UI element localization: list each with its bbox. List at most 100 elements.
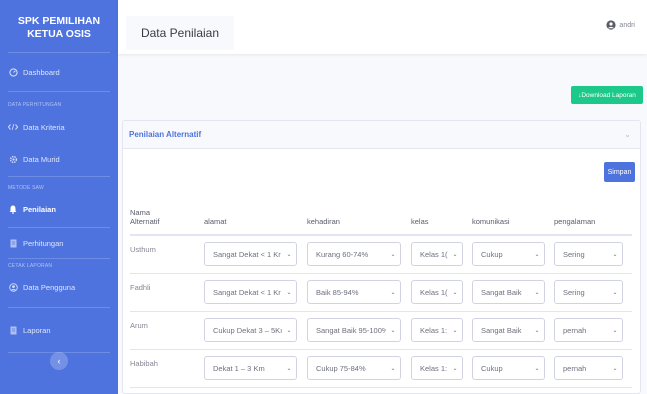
kelas-select[interactable]: Kelas 1: ⌄	[411, 356, 463, 380]
select-value: Sangat Baik	[481, 325, 522, 335]
sidebar-item-laporan[interactable]: Laporan	[0, 308, 118, 352]
sidebar-item-label: Perhitungan	[23, 238, 64, 248]
chevron-down-icon: ⌄	[612, 289, 618, 296]
alamat-select[interactable]: Dekat 1 – 3 Km ⌄	[204, 356, 297, 380]
sidebar-item-label: Dashboard	[23, 67, 60, 77]
alamat-select[interactable]: Sangat Dekat < 1 Kr ⌄	[204, 280, 297, 304]
alternatif-name: Habibah	[130, 349, 204, 388]
file-icon	[8, 238, 18, 248]
alternatif-name: Arum	[130, 311, 204, 350]
card-title: Penilaian Alternatif	[129, 130, 202, 139]
chevron-down-icon: ⌄	[286, 251, 292, 258]
pengalaman-select[interactable]: Sering ⌄	[554, 242, 623, 267]
bell-icon	[8, 204, 18, 214]
sidebar-item-pengguna[interactable]: Data Pengguna	[0, 273, 118, 301]
chevron-down-icon: ⌄	[534, 365, 540, 372]
chevron-down-icon: ⌄	[286, 289, 292, 296]
chevron-down-icon: ⌄	[390, 251, 396, 258]
select-value: pernah	[563, 325, 587, 335]
pengalaman-select[interactable]: pernah ⌄	[554, 356, 623, 380]
kelas-select[interactable]: Kelas 1(⌄	[411, 280, 463, 304]
username: andri	[619, 21, 635, 29]
alamat-select[interactable]: Sangat Dekat < 1 Kr ⌄	[204, 242, 297, 267]
komunikasi-select[interactable]: Cukup ⌄	[472, 356, 545, 380]
chevron-down-icon: ⌄	[390, 327, 396, 334]
kehadiran-select[interactable]: Baik 85-94% ⌄	[307, 280, 401, 304]
table-header-row: Nama Alternatif alamat kehadiran kelas k…	[130, 194, 632, 236]
pengalaman-select[interactable]: pernah ⌄	[554, 318, 623, 342]
user-circle-icon	[8, 282, 18, 292]
sidebar-item-perhitungan[interactable]: Perhitungan	[0, 228, 118, 258]
sidebar-item-murid[interactable]: Data Murid	[0, 142, 118, 176]
komunikasi-select[interactable]: Cukup ⌄	[472, 242, 545, 267]
chevron-down-icon: ⌄	[612, 251, 618, 258]
select-value: Kelas 1(	[420, 249, 448, 259]
column-header-komunikasi: komunikasi	[472, 194, 554, 236]
page-title: Data Penilaian	[126, 16, 234, 50]
sidebar-heading-saw: METODE SAW	[8, 185, 44, 191]
select-value: Kurang 60-74%	[316, 249, 369, 259]
sidebar-item-label: Data Kriteria	[23, 122, 65, 132]
kehadiran-select[interactable]: Kurang 60-74% ⌄	[307, 242, 401, 267]
sidebar-item-kriteria[interactable]: Data Kriteria	[0, 112, 118, 142]
sidebar-item-penilaian[interactable]: Penilaian	[0, 195, 118, 223]
select-value: Sangat Baik 95-100%	[316, 325, 386, 335]
sidebar-divider	[8, 176, 110, 177]
alternatif-name: Fadhli	[130, 273, 204, 312]
sidebar-item-label: Penilaian	[23, 204, 56, 214]
chevron-down-icon[interactable]: ⌄	[624, 130, 631, 139]
select-value: Kelas 1:	[420, 363, 448, 373]
chevron-down-icon: ⌄	[452, 251, 458, 258]
select-value: Sangat Baik	[481, 287, 522, 297]
kelas-select[interactable]: Kelas 1: ⌄	[411, 318, 463, 342]
column-header-kehadiran: kehadiran	[307, 194, 411, 236]
column-header-alamat: alamat	[204, 194, 307, 236]
kelas-select[interactable]: Kelas 1( ⌄	[411, 242, 463, 267]
sidebar-divider	[8, 91, 110, 92]
cog-icon	[8, 154, 18, 164]
select-value: pernah	[563, 363, 587, 373]
sidebar-item-dashboard[interactable]: Dashboard	[0, 53, 118, 91]
sidebar-toggle-button[interactable]: ‹	[50, 352, 68, 370]
komunikasi-select[interactable]: Sangat Baik ⌄	[472, 280, 545, 304]
select-value: Baik 85-94%	[316, 287, 359, 297]
table-row: Habibah Dekat 1 – 3 Km ⌄ Cukup 75-84% ⌄ Ke…	[130, 349, 632, 388]
app: SPK PEMILIHAN KETUA OSIS Dashboard DATA …	[0, 0, 647, 394]
alternatif-name: Usthum	[130, 235, 204, 274]
select-value: Sering	[563, 249, 585, 259]
chevron-left-icon: ‹	[57, 356, 61, 366]
sidebar-heading-cetak: CETAK LAPORAN	[8, 263, 53, 269]
penilaian-table: Nama Alternatif alamat kehadiran kelas k…	[130, 194, 632, 388]
table-row: Fadhli Sangat Dekat < 1 Kr ⌄ Baik 85-94% ⌄…	[130, 273, 632, 312]
select-value: Cukup 75-84%	[316, 363, 366, 373]
save-button[interactable]: Simpan	[604, 162, 635, 182]
chevron-down-icon: ⌄	[452, 365, 458, 372]
select-value: Kelas 1:	[420, 325, 448, 335]
table-row: Arum Cukup Dekat 3 – 5Kı ⌄ Sangat Baik 95…	[130, 311, 632, 350]
brand[interactable]: SPK PEMILIHAN KETUA OSIS	[0, 0, 118, 52]
user-icon	[606, 20, 617, 30]
sidebar-heading-perhitungan: DATA PERHITUNGAN	[8, 102, 62, 108]
chevron-down-icon: ⌄	[534, 327, 540, 334]
kehadiran-select[interactable]: Cukup 75-84% ⌄	[307, 356, 401, 380]
pengalaman-select[interactable]: Sering ⌄	[554, 280, 623, 304]
chevron-down-icon: ⌄	[286, 327, 292, 334]
file-icon	[8, 325, 18, 335]
komunikasi-select[interactable]: Sangat Baik ⌄	[472, 318, 545, 342]
chevron-down-icon: ⌄	[534, 289, 540, 296]
sidebar-item-label: Data Pengguna	[23, 282, 76, 292]
user-menu[interactable]: andri	[606, 20, 635, 30]
topbar: Data Penilaian andri	[118, 0, 647, 54]
penilaian-card: Penilaian Alternatif ⌄ Simpan Nama Alter…	[122, 120, 641, 394]
chevron-down-icon: ⌄	[390, 365, 396, 372]
kehadiran-select[interactable]: Sangat Baik 95-100% ⌄	[307, 318, 401, 342]
download-report-button[interactable]: ↓Download Laporan	[571, 86, 643, 104]
chevron-down-icon: ⌄	[390, 289, 396, 296]
brand-line-1: SPK PEMILIHAN	[17, 15, 101, 27]
sidebar-item-label: Data Murid	[23, 154, 60, 164]
select-value: Kelas 1(	[420, 287, 448, 297]
alamat-select[interactable]: Cukup Dekat 3 – 5Kı ⌄	[204, 318, 297, 342]
sidebar-item-label: Laporan	[23, 325, 51, 335]
card-header[interactable]: Penilaian Alternatif ⌄	[123, 121, 640, 149]
column-header-nama: Nama Alternatif	[130, 194, 204, 236]
